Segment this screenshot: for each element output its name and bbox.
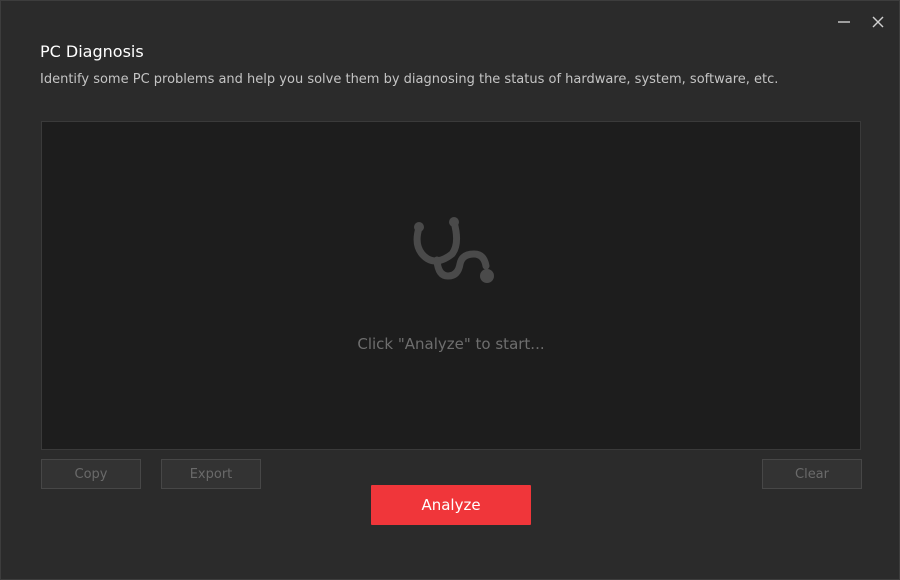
page-title: PC Diagnosis: [40, 42, 144, 61]
empty-state-hint: Click "Analyze" to start...: [357, 335, 545, 353]
analyze-button[interactable]: Analyze: [371, 485, 531, 525]
close-icon: [872, 16, 884, 28]
close-button[interactable]: [867, 11, 889, 33]
export-button[interactable]: Export: [161, 459, 261, 489]
pc-diagnosis-window: PC Diagnosis Identify some PC problems a…: [0, 0, 900, 580]
window-controls: [833, 11, 889, 33]
minimize-button[interactable]: [833, 11, 855, 33]
diagnosis-result-panel: Click "Analyze" to start...: [41, 121, 861, 450]
header: PC Diagnosis Identify some PC problems a…: [40, 42, 778, 88]
stethoscope-icon: [413, 217, 494, 283]
page-subtitle: Identify some PC problems and help you s…: [40, 72, 779, 87]
copy-button[interactable]: Copy: [41, 459, 141, 489]
clear-button[interactable]: Clear: [762, 459, 862, 489]
minimize-icon: [838, 21, 850, 23]
